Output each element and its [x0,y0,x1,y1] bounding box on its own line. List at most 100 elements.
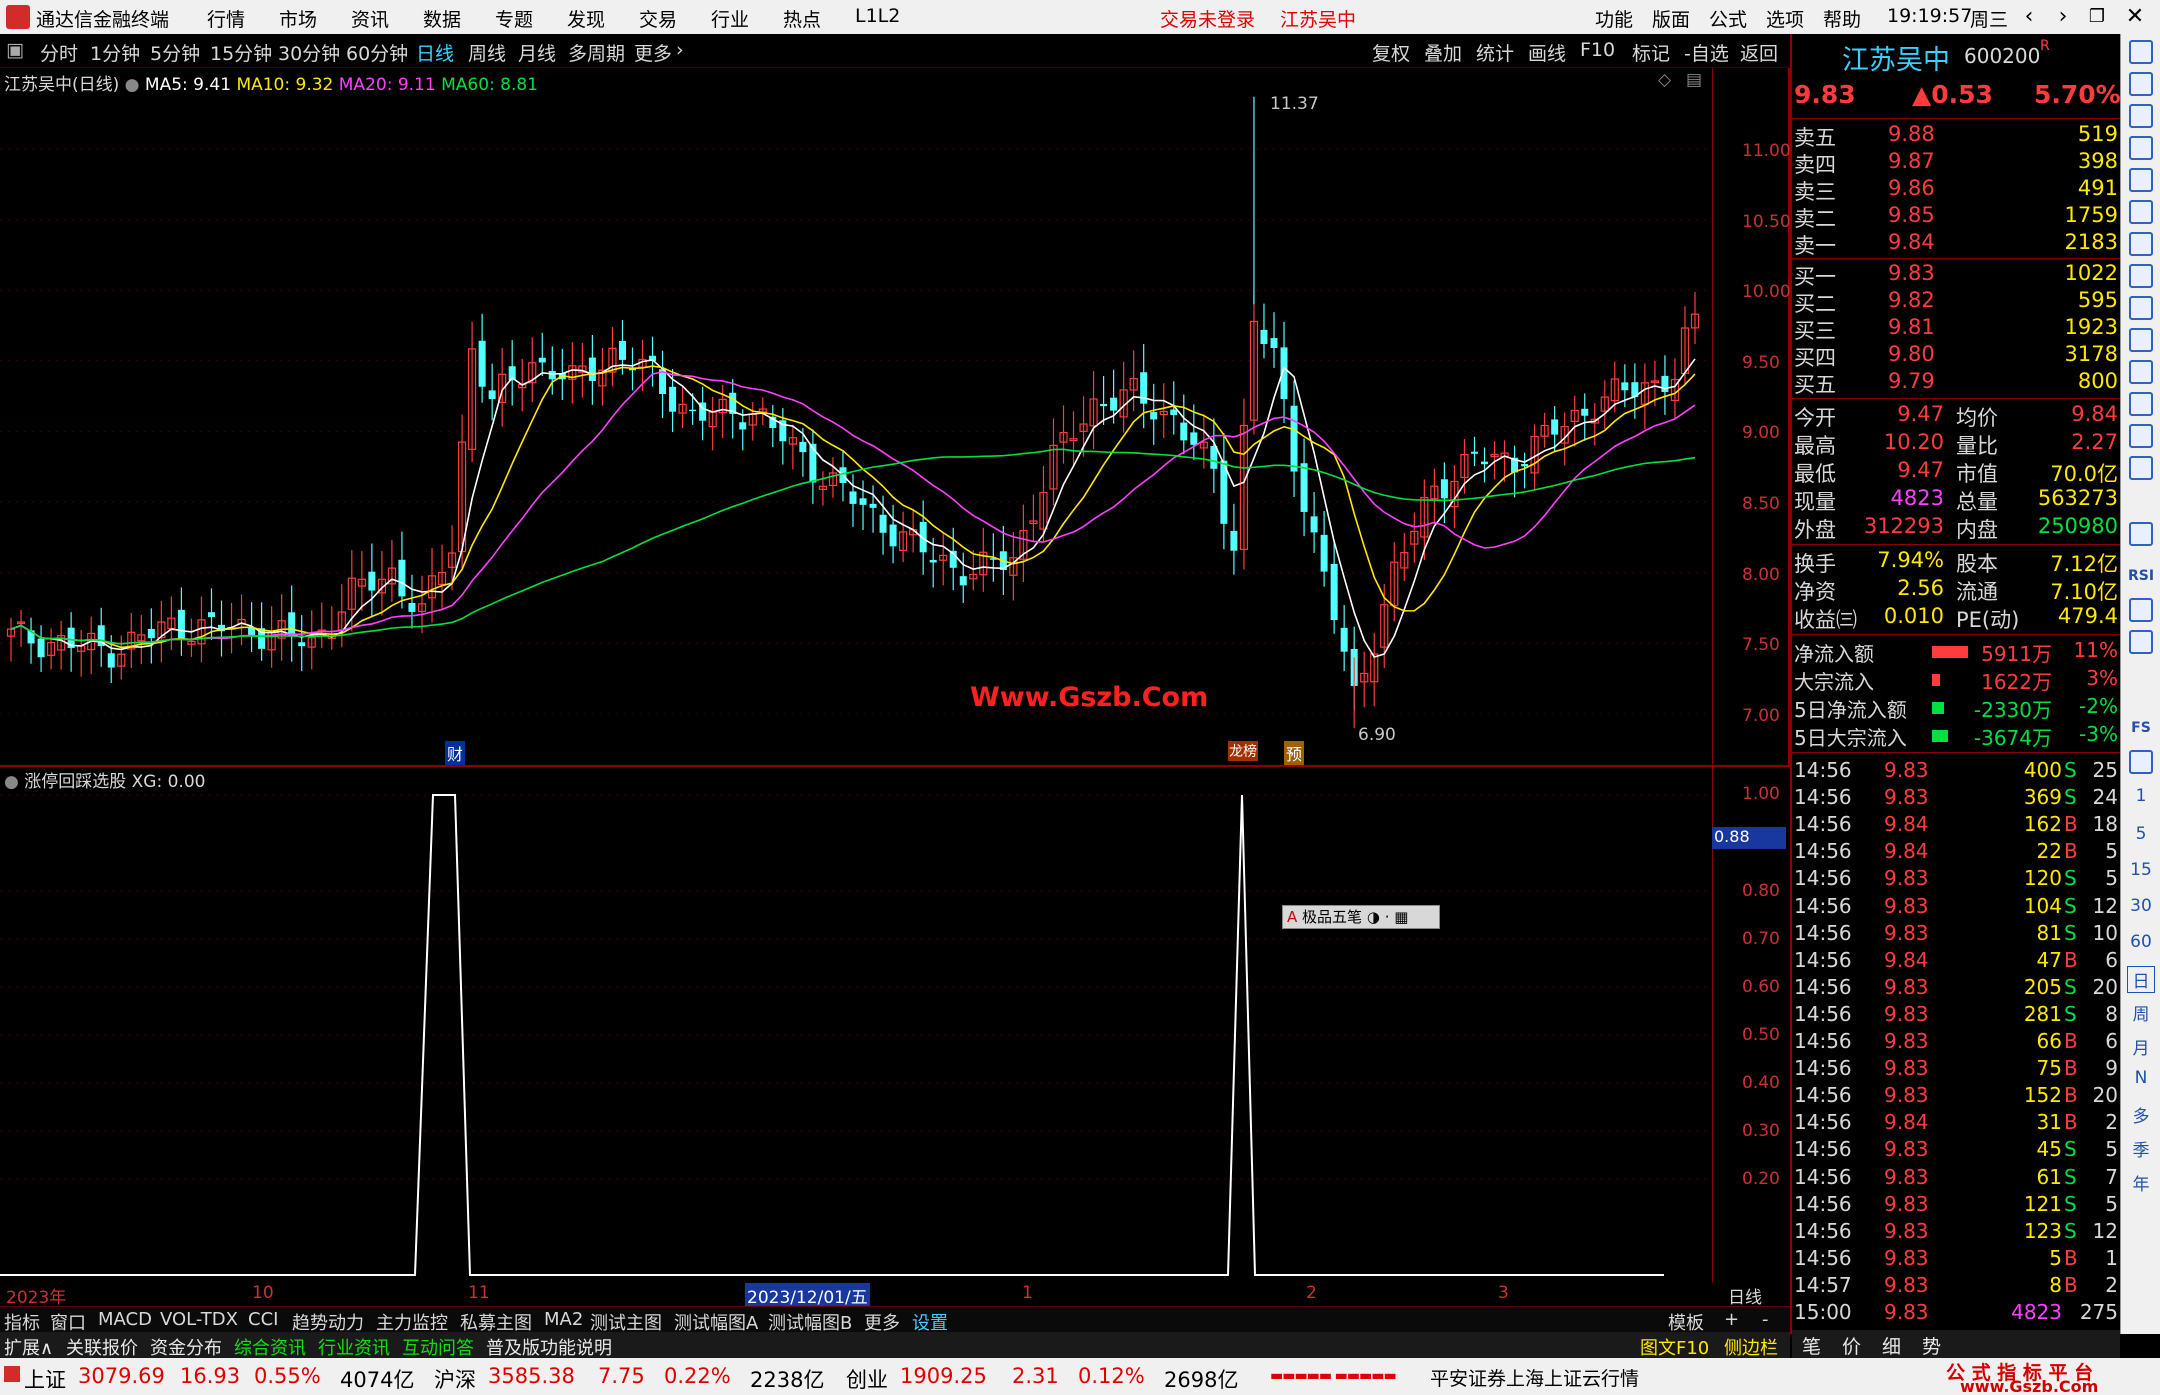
cy-name[interactable]: 创业 [846,1364,888,1394]
side-1[interactable]: 1 [2127,786,2155,806]
up-arrow-icon[interactable] [2129,72,2153,96]
period-15min[interactable]: 15分钟 [210,39,272,66]
tab-cci[interactable]: CCI [248,1309,278,1330]
period-fenshi[interactable]: 分时 [40,39,78,66]
kline-chart-panel[interactable]: 江苏吴中(日线) ● MA5: 9.41 MA10: 9.32 MA20: 9.… [0,68,1791,765]
calc-icon[interactable] [2129,750,2153,774]
menu-shichang[interactable]: 市场 [279,5,317,32]
tab-bi[interactable]: 笔 [1802,1332,1821,1359]
tab-zonghezixun[interactable]: 综合资讯 [234,1334,306,1360]
menu-zhuanti[interactable]: 专题 [495,5,533,32]
btn-f10[interactable]: F10 [1580,39,1615,61]
tab-xi[interactable]: 细 [1882,1332,1901,1359]
sz-name[interactable]: 沪深 [434,1364,476,1394]
menu-gongshi[interactable]: 公式 [1709,5,1747,32]
side-30[interactable]: 30 [2127,896,2155,916]
side-5[interactable]: 5 [2127,824,2155,844]
marker-longbang[interactable]: 龙榜 [1228,741,1258,761]
tab-jia[interactable]: 价 [1842,1332,1861,1359]
moon-icon[interactable]: ◑ [1367,908,1380,926]
grid-icon[interactable] [2129,168,2153,192]
side-season[interactable]: 季 [2127,1136,2155,1161]
menu-hangqing[interactable]: 行情 [207,5,245,32]
move-icon[interactable] [2129,598,2153,622]
btn-tongji[interactable]: 统计 [1476,39,1514,66]
tab-add[interactable]: + [1724,1309,1739,1330]
btn-huaxian[interactable]: 画线 [1528,39,1566,66]
period-5min[interactable]: 5分钟 [150,39,200,66]
marker-yu[interactable]: 预 [1284,741,1305,765]
menu-hangye[interactable]: 行业 [711,5,749,32]
ime-a-icon[interactable]: A [1287,908,1297,926]
keyboard-icon[interactable]: ▦ [1394,908,1408,926]
trade-login-notice[interactable]: 交易未登录 [1160,5,1255,32]
panel-toggle-icon[interactable]: ▣ [6,39,24,61]
menu-xuanxiang[interactable]: 选项 [1766,5,1804,32]
fz-icon[interactable] [2129,392,2153,416]
period-more[interactable]: 更多 [634,39,672,66]
tab-hangyezixun[interactable]: 行业资讯 [318,1334,390,1360]
forward-arrow-icon[interactable]: › [2046,3,2080,31]
side-day[interactable]: 日 [2127,966,2155,993]
sh-name[interactable]: 上证 [24,1364,66,1394]
tab-zijinfenbu[interactable]: 资金分布 [150,1334,222,1360]
list-icon[interactable] [2129,136,2153,160]
tab-guanlianbaojia[interactable]: 关联报价 [66,1334,138,1360]
period-30min[interactable]: 30分钟 [278,39,340,66]
pin-icon[interactable] [2129,40,2153,64]
menu-bangzhu[interactable]: 帮助 [1823,5,1861,32]
doc-icon[interactable] [2129,360,2153,384]
close-icon[interactable]: ✕ [2118,3,2152,31]
menu-shuju[interactable]: 数据 [423,5,461,32]
tab-ma2[interactable]: MA2 [544,1309,583,1330]
period-daily[interactable]: 日线 [416,39,454,66]
menu-faxian[interactable]: 发现 [567,5,605,32]
report-icon[interactable] [2129,264,2153,288]
menu-gongneng[interactable]: 功能 [1595,5,1633,32]
pen-icon[interactable] [2129,630,2153,654]
side-15[interactable]: 15 [2127,860,2155,880]
side-fs[interactable]: FS [2127,720,2155,736]
side-60[interactable]: 60 [2127,932,2155,952]
btn-fuquan[interactable]: 复权 [1372,39,1410,66]
side-year[interactable]: 年 [2127,1170,2155,1195]
tab-macd[interactable]: MACD [98,1309,152,1330]
menu-jiaoyi[interactable]: 交易 [639,5,677,32]
copy-icon[interactable] [2129,424,2153,448]
down-arrow-icon[interactable] [2129,104,2153,128]
btn-fanhui[interactable]: 返回 [1740,39,1778,66]
wave-icon[interactable] [2129,522,2153,546]
menu-zixun[interactable]: 资讯 [351,5,389,32]
restore-window-icon[interactable]: ❐ [2080,3,2114,31]
btn-diejia[interactable]: 叠加 [1424,39,1462,66]
ime-label[interactable]: 极品五笔 [1302,908,1362,926]
indicator-chart-panel[interactable]: ● 涨停回踩选股 XG: 0.00 1.00 0.80 0.70 0.60 0.… [0,765,1790,1285]
menu-redian[interactable]: 热点 [783,5,821,32]
period-60min[interactable]: 60分钟 [346,39,408,66]
news-icon[interactable] [2129,328,2153,352]
tab-kuozhan[interactable]: 扩展∧ [4,1334,53,1360]
punct-icon[interactable]: · [1385,908,1390,926]
period-multi[interactable]: 多周期 [568,39,625,66]
menu-banmian[interactable]: 版面 [1652,5,1690,32]
f10-icon[interactable] [2129,296,2153,320]
tab-hudongwenda[interactable]: 互动问答 [402,1334,474,1360]
tab-vol-tdx[interactable]: VOL-TDX [160,1309,238,1330]
kline-icon[interactable] [2129,232,2153,256]
btn-remove-watch[interactable]: -自选 [1684,39,1729,66]
tab-shi[interactable]: 势 [1922,1332,1941,1359]
period-weekly[interactable]: 周线 [468,39,506,66]
btn-biaoji[interactable]: 标记 [1632,39,1670,66]
period-1min[interactable]: 1分钟 [90,39,140,66]
period-monthly[interactable]: 月线 [518,39,556,66]
side-n[interactable]: N [2127,1068,2155,1088]
side-rsi[interactable]: RSI [2127,568,2155,584]
side-month[interactable]: 月 [2127,1034,2155,1059]
side-week[interactable]: 周 [2127,1000,2155,1025]
marker-cai[interactable]: 财 [445,741,466,765]
tab-remove[interactable]: - [1762,1309,1769,1330]
tab-tuwen-f10[interactable]: 图文F10 [1640,1334,1709,1360]
clock-icon[interactable] [2129,456,2153,480]
tab-pujiban[interactable]: 普及版功能说明 [486,1334,612,1360]
menu-l1l2[interactable]: L1L2 [855,5,900,27]
